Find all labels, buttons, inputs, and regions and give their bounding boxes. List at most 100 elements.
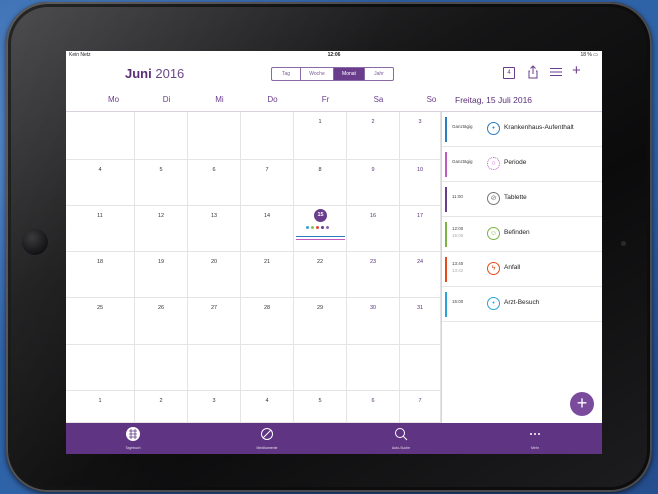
day-number: 5 [318, 398, 322, 404]
calendar-day-cell[interactable] [135, 112, 188, 160]
day-number: 10 [416, 167, 424, 173]
share-icon[interactable] [526, 65, 540, 79]
calendar-day-cell[interactable] [135, 345, 188, 391]
event-time: 11:00 [452, 194, 463, 199]
tab-more[interactable]: Mehr [468, 423, 602, 454]
calendar-day-cell[interactable]: 2 [135, 391, 188, 423]
calendar-day-cell[interactable]: 1 [66, 391, 135, 423]
calendar-day-cell[interactable]: 12 [135, 206, 188, 252]
tab-medication[interactable]: Medikamente [200, 423, 334, 454]
calendar-day-cell[interactable]: 5 [294, 391, 347, 423]
day-number: 9 [371, 167, 375, 173]
calendar-day-cell[interactable]: 26 [135, 298, 188, 345]
event-dot [321, 226, 324, 229]
event-time: 15:00 [452, 299, 464, 304]
calendar-day-cell[interactable] [66, 345, 135, 391]
calendar-day-cell[interactable] [294, 345, 347, 391]
calendar-day-cell[interactable]: 14 [241, 206, 294, 252]
event-row-period[interactable]: Ganztägig ○ Periode [442, 147, 602, 182]
event-row-pill[interactable]: 11:00 ⊘ Tablette [442, 182, 602, 217]
add-icon[interactable]: + [572, 63, 581, 78]
calendar-day-cell[interactable]: 3 [400, 112, 441, 160]
calendar-day-cell[interactable]: 29 [294, 298, 347, 345]
calendar-day-cell[interactable]: 9 [347, 160, 400, 206]
multi-day-event-line [296, 239, 345, 240]
event-label: Anfall [504, 264, 521, 271]
calendar-day-cell[interactable]: 21 [241, 252, 294, 298]
calendar-day-cell[interactable]: 10 [400, 160, 441, 206]
event-row-doctor[interactable]: 15:00 • Arzt-Besuch [442, 287, 602, 322]
calendar-day-cell[interactable]: 7 [241, 160, 294, 206]
weekday-label: So [426, 95, 437, 104]
add-entry-button[interactable]: + [570, 392, 594, 416]
calendar-day-cell[interactable]: 6 [347, 391, 400, 423]
segment-year[interactable]: Jahr [365, 68, 393, 80]
diary-icon [126, 427, 140, 441]
event-color-bar [445, 187, 447, 212]
calendar-day-cell[interactable]: 16 [347, 206, 400, 252]
event-color-bar [445, 257, 447, 282]
calendar-day-cell[interactable] [66, 112, 135, 160]
calendar-day-cell[interactable]: 15 [294, 206, 347, 252]
calendar-day-cell[interactable]: 11 [66, 206, 135, 252]
event-dot [306, 226, 309, 229]
calendar-icon[interactable]: 4 [503, 67, 515, 79]
day-number: 7 [265, 167, 269, 173]
calendar-day-cell[interactable]: 20 [188, 252, 241, 298]
calendar-day-cell[interactable]: 19 [135, 252, 188, 298]
calendar-day-cell[interactable]: 13 [188, 206, 241, 252]
event-row-hospital[interactable]: Ganztägig • Krankenhaus-Aufenthalt [442, 112, 602, 147]
calendar-day-cell[interactable] [188, 345, 241, 391]
calendar-day-cell[interactable]: 23 [347, 252, 400, 298]
calendar-day-cell[interactable] [241, 345, 294, 391]
home-button[interactable] [21, 228, 49, 256]
day-number: 17 [416, 213, 424, 219]
day-number: 1 [318, 119, 322, 125]
calendar-day-cell[interactable]: 25 [66, 298, 135, 345]
calendar-day-cell[interactable]: 2 [347, 112, 400, 160]
calendar-day-cell[interactable]: 4 [241, 391, 294, 423]
calendar-day-cell[interactable]: 30 [347, 298, 400, 345]
event-row-mood[interactable]: 12:00 15:00 ☺ Befinden [442, 217, 602, 252]
calendar-day-cell[interactable]: 6 [188, 160, 241, 206]
calendar-day-cell[interactable] [241, 112, 294, 160]
event-dot [326, 226, 329, 229]
day-number: 16 [369, 213, 377, 219]
segment-week[interactable]: Woche [301, 68, 334, 80]
calendar-day-cell[interactable]: 5 [135, 160, 188, 206]
day-number: 22 [316, 259, 324, 265]
year-label: 2016 [155, 66, 185, 81]
event-time-end: 13:42 [452, 268, 464, 273]
calendar-day-cell[interactable]: 3 [188, 391, 241, 423]
event-time: Ganztägig [452, 124, 473, 129]
calendar-day-cell[interactable] [347, 345, 400, 391]
event-label: Krankenhaus-Aufenthalt [504, 124, 574, 131]
calendar-day-cell[interactable]: 7 [400, 391, 441, 423]
calendar-day-cell[interactable]: 22 [294, 252, 347, 298]
calendar-day-cell[interactable]: 24 [400, 252, 441, 298]
calendar-day-cell[interactable]: 4 [66, 160, 135, 206]
tab-search[interactable]: Auto-Suche [334, 423, 468, 454]
calendar-day-cell[interactable]: 17 [400, 206, 441, 252]
calendar-day-cell[interactable] [400, 345, 441, 391]
calendar-day-cell[interactable]: 1 [294, 112, 347, 160]
day-number: 29 [316, 305, 324, 311]
event-row-seizure[interactable]: 13:40 13:42 ϟ Anfall [442, 252, 602, 287]
segment-day[interactable]: Tag [272, 68, 301, 80]
medication-icon [261, 428, 273, 440]
weekday-label: Sa [373, 95, 384, 104]
calendar-day-cell[interactable]: 8 [294, 160, 347, 206]
day-number: 28 [263, 305, 271, 311]
search-icon [395, 428, 408, 441]
calendar-day-cell[interactable] [188, 112, 241, 160]
calendar-day-cell[interactable]: 27 [188, 298, 241, 345]
calendar-day-cell[interactable]: 28 [241, 298, 294, 345]
day-number: 4 [98, 167, 102, 173]
calendar-day-cell[interactable]: 18 [66, 252, 135, 298]
calendar-day-cell[interactable]: 31 [400, 298, 441, 345]
seizure-icon: ϟ [487, 262, 500, 275]
tab-diary[interactable]: Tagebuch [66, 423, 200, 454]
today-marker: 15 [314, 209, 327, 222]
segment-month[interactable]: Monat [334, 68, 365, 80]
list-icon[interactable] [550, 67, 562, 77]
